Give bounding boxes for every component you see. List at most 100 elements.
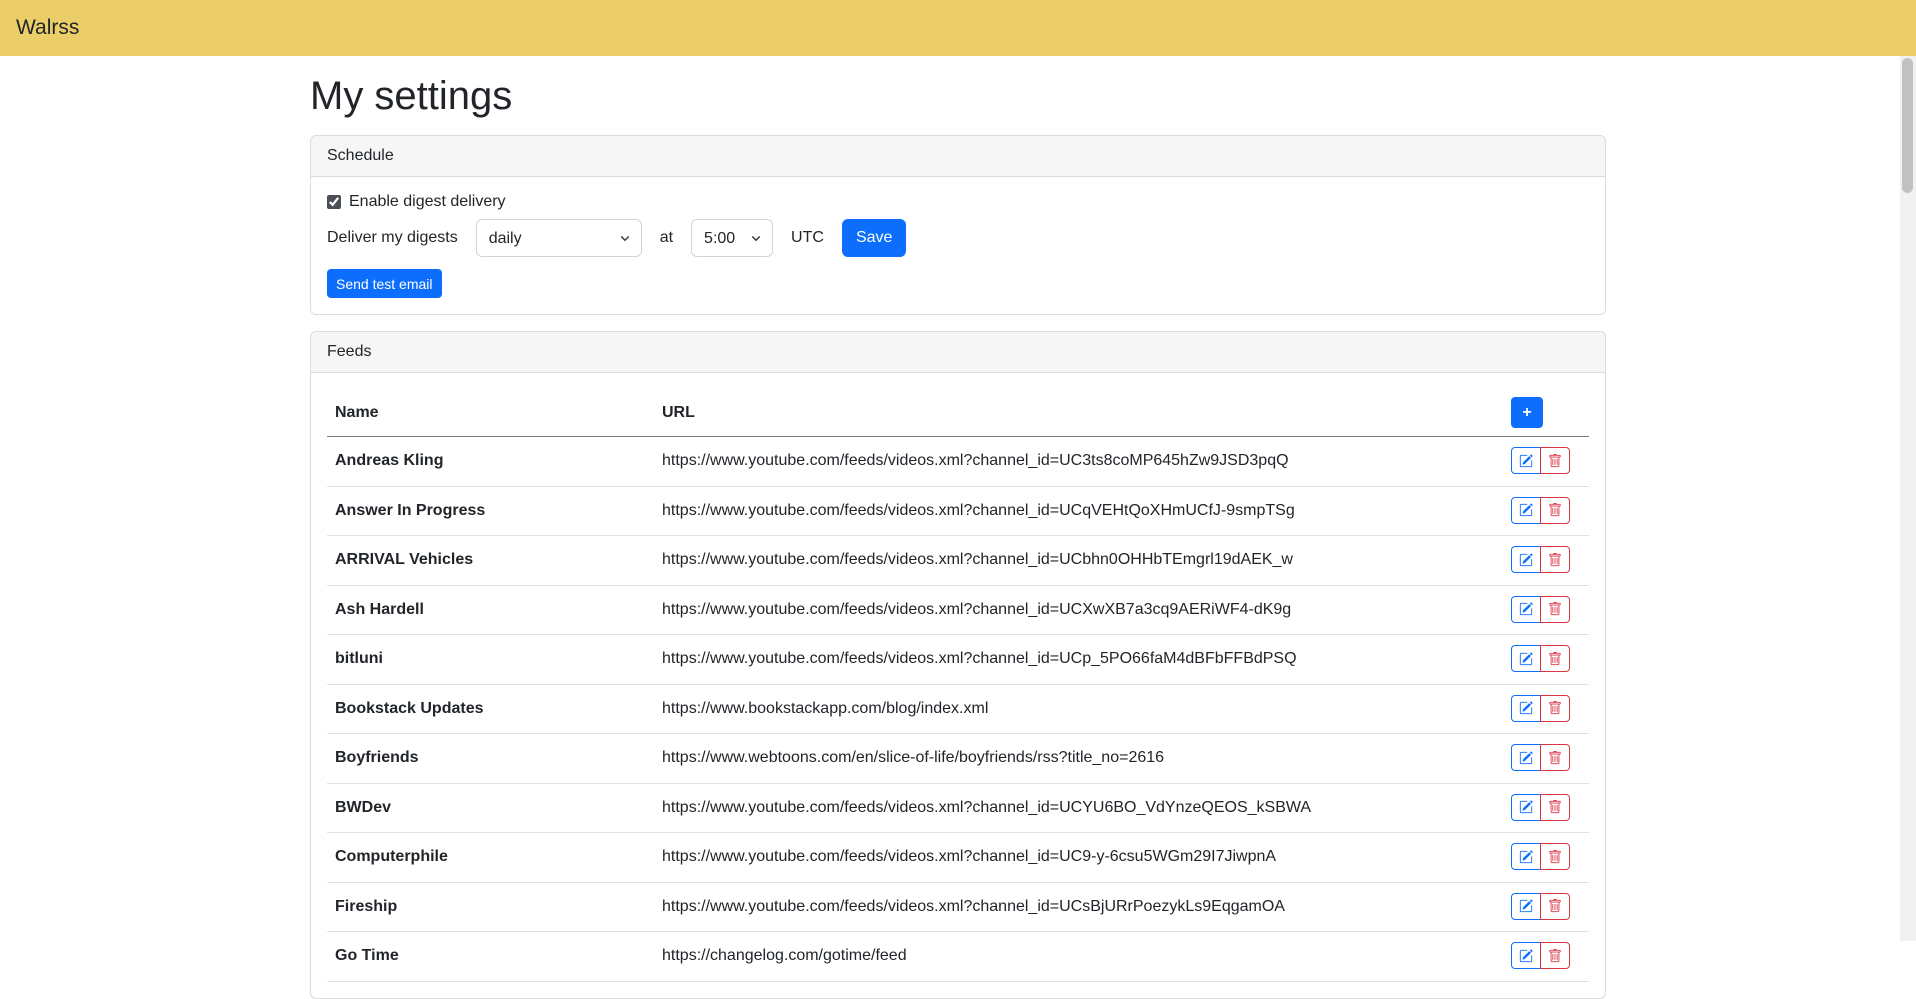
frequency-select-wrap: daily	[476, 219, 642, 257]
add-feed-button[interactable]: +	[1511, 397, 1543, 428]
send-test-email-button[interactable]: Send test email	[327, 269, 442, 298]
pencil-square-icon	[1519, 701, 1533, 715]
feed-row: Computerphile https://www.youtube.com/fe…	[327, 833, 1589, 883]
navbar: Walrss	[0, 0, 1916, 56]
schedule-card: Schedule Enable digest delivery Deliver …	[310, 135, 1606, 315]
feed-actions	[1503, 635, 1589, 685]
feed-url: https://www.youtube.com/feeds/videos.xml…	[654, 585, 1503, 635]
feed-actions-group	[1511, 744, 1570, 771]
pencil-square-icon	[1519, 652, 1533, 666]
feed-row: Go Time https://changelog.com/gotime/fee…	[327, 932, 1589, 982]
trash-icon	[1548, 454, 1562, 468]
delete-feed-button[interactable]	[1540, 546, 1570, 573]
feed-url: https://www.webtoons.com/en/slice-of-lif…	[654, 734, 1503, 784]
edit-feed-button[interactable]	[1511, 843, 1541, 870]
edit-feed-button[interactable]	[1511, 695, 1541, 722]
trash-icon	[1548, 850, 1562, 864]
delete-feed-button[interactable]	[1540, 447, 1570, 474]
delete-feed-button[interactable]	[1540, 596, 1570, 623]
pencil-square-icon	[1519, 899, 1533, 913]
deliver-label: Deliver my digests	[327, 229, 458, 247]
edit-feed-button[interactable]	[1511, 794, 1541, 821]
feed-actions-group	[1511, 596, 1570, 623]
navbar-brand[interactable]: Walrss	[16, 16, 79, 40]
at-label: at	[660, 229, 673, 247]
delete-feed-button[interactable]	[1540, 893, 1570, 920]
feed-url: https://changelog.com/gotime/feed	[654, 932, 1503, 982]
feed-actions	[1503, 486, 1589, 536]
feed-name: BWDev	[327, 783, 654, 833]
delete-feed-button[interactable]	[1540, 695, 1570, 722]
schedule-card-header: Schedule	[311, 136, 1605, 177]
edit-feed-button[interactable]	[1511, 893, 1541, 920]
delete-feed-button[interactable]	[1540, 645, 1570, 672]
page-title: My settings	[310, 74, 1606, 119]
feed-actions-group	[1511, 447, 1570, 474]
feed-name: Bookstack Updates	[327, 684, 654, 734]
feed-actions-group	[1511, 942, 1570, 969]
pencil-square-icon	[1519, 553, 1533, 567]
trash-icon	[1548, 701, 1562, 715]
delete-feed-button[interactable]	[1540, 843, 1570, 870]
feed-name: Ash Hardell	[327, 585, 654, 635]
column-header-actions: +	[1503, 389, 1589, 437]
feed-actions	[1503, 783, 1589, 833]
trash-icon	[1548, 503, 1562, 517]
feed-row: BWDev https://www.youtube.com/feeds/vide…	[327, 783, 1589, 833]
edit-feed-button[interactable]	[1511, 546, 1541, 573]
feed-row: ARRIVAL Vehicles https://www.youtube.com…	[327, 536, 1589, 586]
scrollbar-thumb[interactable]	[1902, 58, 1913, 193]
feed-url: https://www.bookstackapp.com/blog/index.…	[654, 684, 1503, 734]
trash-icon	[1548, 553, 1562, 567]
feed-url: https://www.youtube.com/feeds/videos.xml…	[654, 437, 1503, 487]
pencil-square-icon	[1519, 850, 1533, 864]
delete-feed-button[interactable]	[1540, 497, 1570, 524]
schedule-card-body: Enable digest delivery Deliver my digest…	[311, 177, 1605, 314]
trash-icon	[1548, 602, 1562, 616]
feed-name: Boyfriends	[327, 734, 654, 784]
edit-feed-button[interactable]	[1511, 596, 1541, 623]
delivery-settings-row: Deliver my digests daily at 5:00	[327, 219, 1589, 257]
delete-feed-button[interactable]	[1540, 794, 1570, 821]
edit-feed-button[interactable]	[1511, 942, 1541, 969]
save-button[interactable]: Save	[842, 219, 906, 257]
enable-digest-row: Enable digest delivery	[327, 193, 1589, 211]
feed-url: https://www.youtube.com/feeds/videos.xml…	[654, 486, 1503, 536]
pencil-square-icon	[1519, 751, 1533, 765]
feeds-card-header: Feeds	[311, 332, 1605, 373]
column-header-name: Name	[327, 389, 654, 437]
edit-feed-button[interactable]	[1511, 497, 1541, 524]
frequency-select[interactable]: daily	[476, 219, 642, 257]
feed-actions	[1503, 437, 1589, 487]
feed-row: Fireship https://www.youtube.com/feeds/v…	[327, 882, 1589, 932]
feed-actions	[1503, 932, 1589, 982]
feed-actions-group	[1511, 794, 1570, 821]
feed-url: https://www.youtube.com/feeds/videos.xml…	[654, 536, 1503, 586]
enable-digest-checkbox[interactable]	[327, 195, 341, 209]
edit-feed-button[interactable]	[1511, 744, 1541, 771]
feed-actions-group	[1511, 497, 1570, 524]
trash-icon	[1548, 899, 1562, 913]
feed-name: Fireship	[327, 882, 654, 932]
trash-icon	[1548, 800, 1562, 814]
feed-name: Computerphile	[327, 833, 654, 883]
feed-row: Boyfriends https://www.webtoons.com/en/s…	[327, 734, 1589, 784]
feeds-table-body: Andreas Kling https://www.youtube.com/fe…	[327, 437, 1589, 982]
scrollbar-track[interactable]	[1900, 56, 1916, 941]
feed-actions	[1503, 833, 1589, 883]
timezone-label: UTC	[791, 229, 824, 247]
feed-url: https://www.youtube.com/feeds/videos.xml…	[654, 783, 1503, 833]
edit-feed-button[interactable]	[1511, 645, 1541, 672]
pencil-square-icon	[1519, 949, 1533, 963]
feed-row: Andreas Kling https://www.youtube.com/fe…	[327, 437, 1589, 487]
trash-icon	[1548, 751, 1562, 765]
time-select[interactable]: 5:00	[691, 219, 773, 257]
feed-row: Answer In Progress https://www.youtube.c…	[327, 486, 1589, 536]
delete-feed-button[interactable]	[1540, 744, 1570, 771]
pencil-square-icon	[1519, 503, 1533, 517]
main-container: My settings Schedule Enable digest deliv…	[298, 74, 1618, 999]
delete-feed-button[interactable]	[1540, 942, 1570, 969]
edit-feed-button[interactable]	[1511, 447, 1541, 474]
feed-url: https://www.youtube.com/feeds/videos.xml…	[654, 833, 1503, 883]
pencil-square-icon	[1519, 602, 1533, 616]
